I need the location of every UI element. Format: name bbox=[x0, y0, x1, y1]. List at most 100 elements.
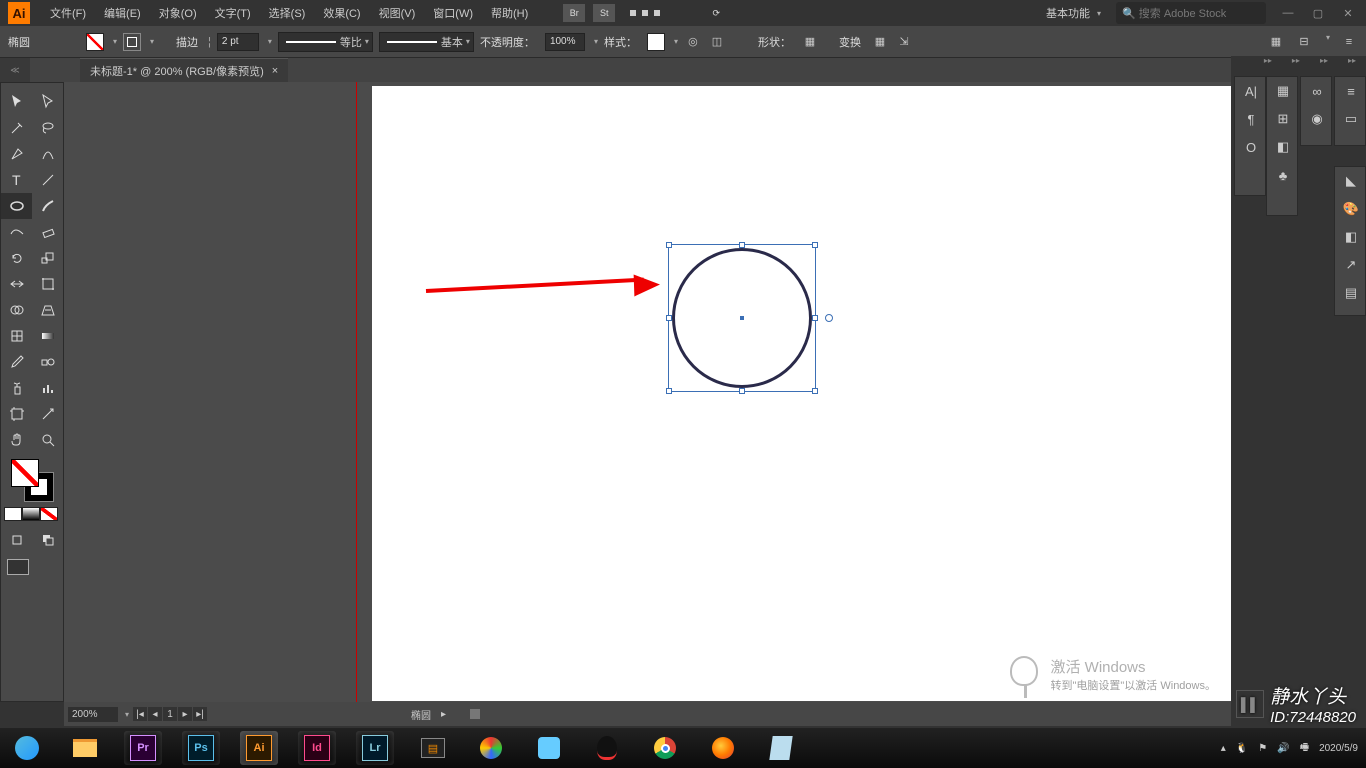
lasso-tool[interactable] bbox=[32, 115, 63, 141]
rotate-tool[interactable] bbox=[1, 245, 32, 271]
stroke-panel-icon[interactable]: ≡ bbox=[1335, 77, 1366, 105]
stroke-swatch[interactable] bbox=[123, 33, 141, 51]
close-button[interactable]: ✕ bbox=[1338, 7, 1358, 20]
panel-collapse-icon[interactable]: ▸▸ bbox=[1292, 56, 1300, 65]
taskbar-photoshop-icon[interactable]: Ps bbox=[182, 731, 220, 765]
taskbar-firefox-icon[interactable] bbox=[704, 731, 742, 765]
opacity-input[interactable] bbox=[545, 33, 585, 51]
character-panel-icon[interactable]: A| bbox=[1235, 77, 1267, 105]
style-swatch[interactable] bbox=[647, 33, 665, 51]
links-panel-icon[interactable]: ↗ bbox=[1335, 251, 1366, 279]
resize-handle-br[interactable] bbox=[812, 388, 818, 394]
symbol-sprayer-tool[interactable] bbox=[1, 375, 32, 401]
isolate-icon[interactable]: ◫ bbox=[708, 33, 726, 51]
minimize-button[interactable]: — bbox=[1278, 7, 1298, 20]
layers-panel-icon[interactable]: ▤ bbox=[1335, 279, 1366, 307]
taskbar-browser-icon[interactable] bbox=[8, 731, 46, 765]
tab-close-icon[interactable]: × bbox=[272, 65, 278, 77]
transform-panel-icon[interactable]: ⊞ bbox=[1267, 105, 1299, 133]
menu-help[interactable]: 帮助(H) bbox=[483, 1, 536, 25]
tray-lang-icon[interactable]: 🖷 bbox=[1300, 740, 1309, 757]
tray-date[interactable]: 2020/5/9 bbox=[1319, 743, 1358, 754]
pathfinder-panel-icon[interactable]: ◧ bbox=[1267, 133, 1299, 161]
search-stock-input[interactable]: 🔍 搜索 Adobe Stock bbox=[1116, 2, 1266, 24]
gpu-preview-icon[interactable]: ⟳ bbox=[705, 4, 727, 22]
tab-scroll-left[interactable]: ≪ bbox=[0, 58, 30, 82]
eyedropper-tool[interactable] bbox=[1, 349, 32, 375]
resize-handle-b[interactable] bbox=[739, 388, 745, 394]
resize-handle-t[interactable] bbox=[739, 242, 745, 248]
blend-tool[interactable] bbox=[32, 349, 63, 375]
swatches-panel-icon[interactable]: 🎨 bbox=[1335, 195, 1366, 223]
taskbar-lightroom-icon[interactable]: Lr bbox=[356, 731, 394, 765]
stock-icon[interactable]: St bbox=[593, 4, 615, 22]
line-tool[interactable] bbox=[32, 167, 63, 193]
taskbar-explorer-icon[interactable] bbox=[66, 731, 104, 765]
type-tool[interactable]: T bbox=[1, 167, 32, 193]
graph-tool[interactable] bbox=[32, 375, 63, 401]
artboard-tool[interactable] bbox=[1, 401, 32, 427]
taskbar-notes-icon[interactable] bbox=[762, 731, 800, 765]
panel-collapse-icon[interactable]: ▸▸ bbox=[1348, 56, 1356, 65]
brush-dropdown[interactable]: 基本▾ bbox=[379, 32, 474, 52]
menu-object[interactable]: 对象(O) bbox=[151, 1, 205, 25]
hand-tool[interactable] bbox=[1, 427, 32, 453]
horizontal-scrollbar[interactable] bbox=[470, 709, 480, 719]
first-artboard-button[interactable]: |◂ bbox=[133, 707, 147, 721]
tray-flag-icon[interactable]: ⚑ bbox=[1258, 743, 1267, 754]
eraser-tool[interactable] bbox=[32, 219, 63, 245]
menu-file[interactable]: 文件(F) bbox=[42, 1, 94, 25]
stroke-weight-input[interactable] bbox=[217, 33, 259, 51]
pen-tool[interactable] bbox=[1, 141, 32, 167]
last-artboard-button[interactable]: ▸| bbox=[193, 707, 207, 721]
fill-stroke-indicator[interactable] bbox=[11, 459, 53, 501]
artboard-number-input[interactable]: 1 bbox=[163, 707, 177, 721]
shape-label[interactable]: 形状： bbox=[758, 34, 791, 50]
transform-label[interactable]: 变换 bbox=[839, 34, 861, 50]
taskbar-illustrator-icon[interactable]: Ai bbox=[240, 731, 278, 765]
selection-bounding-box[interactable] bbox=[668, 244, 816, 392]
taskbar-app1-icon[interactable] bbox=[472, 731, 510, 765]
slice-tool[interactable] bbox=[32, 401, 63, 427]
artboard[interactable] bbox=[372, 86, 1231, 701]
shape-props-icon[interactable]: ▦ bbox=[801, 33, 819, 51]
brushes-panel-icon[interactable]: ◣ bbox=[1335, 167, 1366, 195]
tray-expand-icon[interactable]: ▴ bbox=[1221, 743, 1226, 754]
pie-widget-icon[interactable] bbox=[825, 314, 833, 322]
bridge-icon[interactable]: Br bbox=[563, 4, 585, 22]
opentype-panel-icon[interactable]: O bbox=[1235, 133, 1267, 161]
transform-each-icon[interactable]: ⇲ bbox=[895, 33, 913, 51]
prev-artboard-button[interactable]: ◂ bbox=[148, 707, 162, 721]
stroke-profile-dropdown[interactable]: 等比▾ bbox=[278, 32, 373, 52]
resize-handle-tr[interactable] bbox=[812, 242, 818, 248]
maximize-button[interactable]: ▢ bbox=[1308, 7, 1328, 20]
zoom-tool[interactable] bbox=[32, 427, 63, 453]
panel-collapse-icon[interactable]: ▸▸ bbox=[1264, 56, 1272, 65]
next-artboard-button[interactable]: ▸ bbox=[178, 707, 192, 721]
resize-handle-l[interactable] bbox=[666, 315, 672, 321]
artboards-panel-icon[interactable]: ▭ bbox=[1335, 105, 1366, 133]
magic-wand-tool[interactable] bbox=[1, 115, 32, 141]
gradient-tool[interactable] bbox=[32, 323, 63, 349]
curvature-tool[interactable] bbox=[32, 141, 63, 167]
zoom-input[interactable]: 200% bbox=[68, 707, 118, 722]
tray-network-icon[interactable]: 🔊 bbox=[1277, 743, 1289, 754]
taskbar-indesign-icon[interactable]: Id bbox=[298, 731, 336, 765]
appearance-panel-icon[interactable]: ◉ bbox=[1301, 105, 1333, 133]
recolor-icon[interactable]: ◎ bbox=[684, 33, 702, 51]
menu-effect[interactable]: 效果(C) bbox=[315, 1, 368, 25]
resize-handle-r[interactable] bbox=[812, 315, 818, 321]
ellipse-tool[interactable] bbox=[1, 193, 32, 219]
taskbar-qq-icon[interactable] bbox=[588, 731, 626, 765]
workspace-dropdown[interactable]: 基本功能▾ bbox=[1038, 2, 1109, 24]
free-transform-tool[interactable] bbox=[32, 271, 63, 297]
align-dd-icon[interactable]: ▦ bbox=[871, 33, 889, 51]
width-tool[interactable] bbox=[1, 271, 32, 297]
scale-tool[interactable] bbox=[32, 245, 63, 271]
menu-select[interactable]: 选择(S) bbox=[261, 1, 314, 25]
drawing-mode-normal[interactable] bbox=[1, 527, 32, 553]
symbols-panel-icon[interactable]: ♣ bbox=[1267, 161, 1299, 189]
canvas-area[interactable] bbox=[64, 82, 1231, 702]
taskbar-chrome-icon[interactable] bbox=[646, 731, 684, 765]
direct-selection-tool[interactable] bbox=[32, 89, 63, 115]
